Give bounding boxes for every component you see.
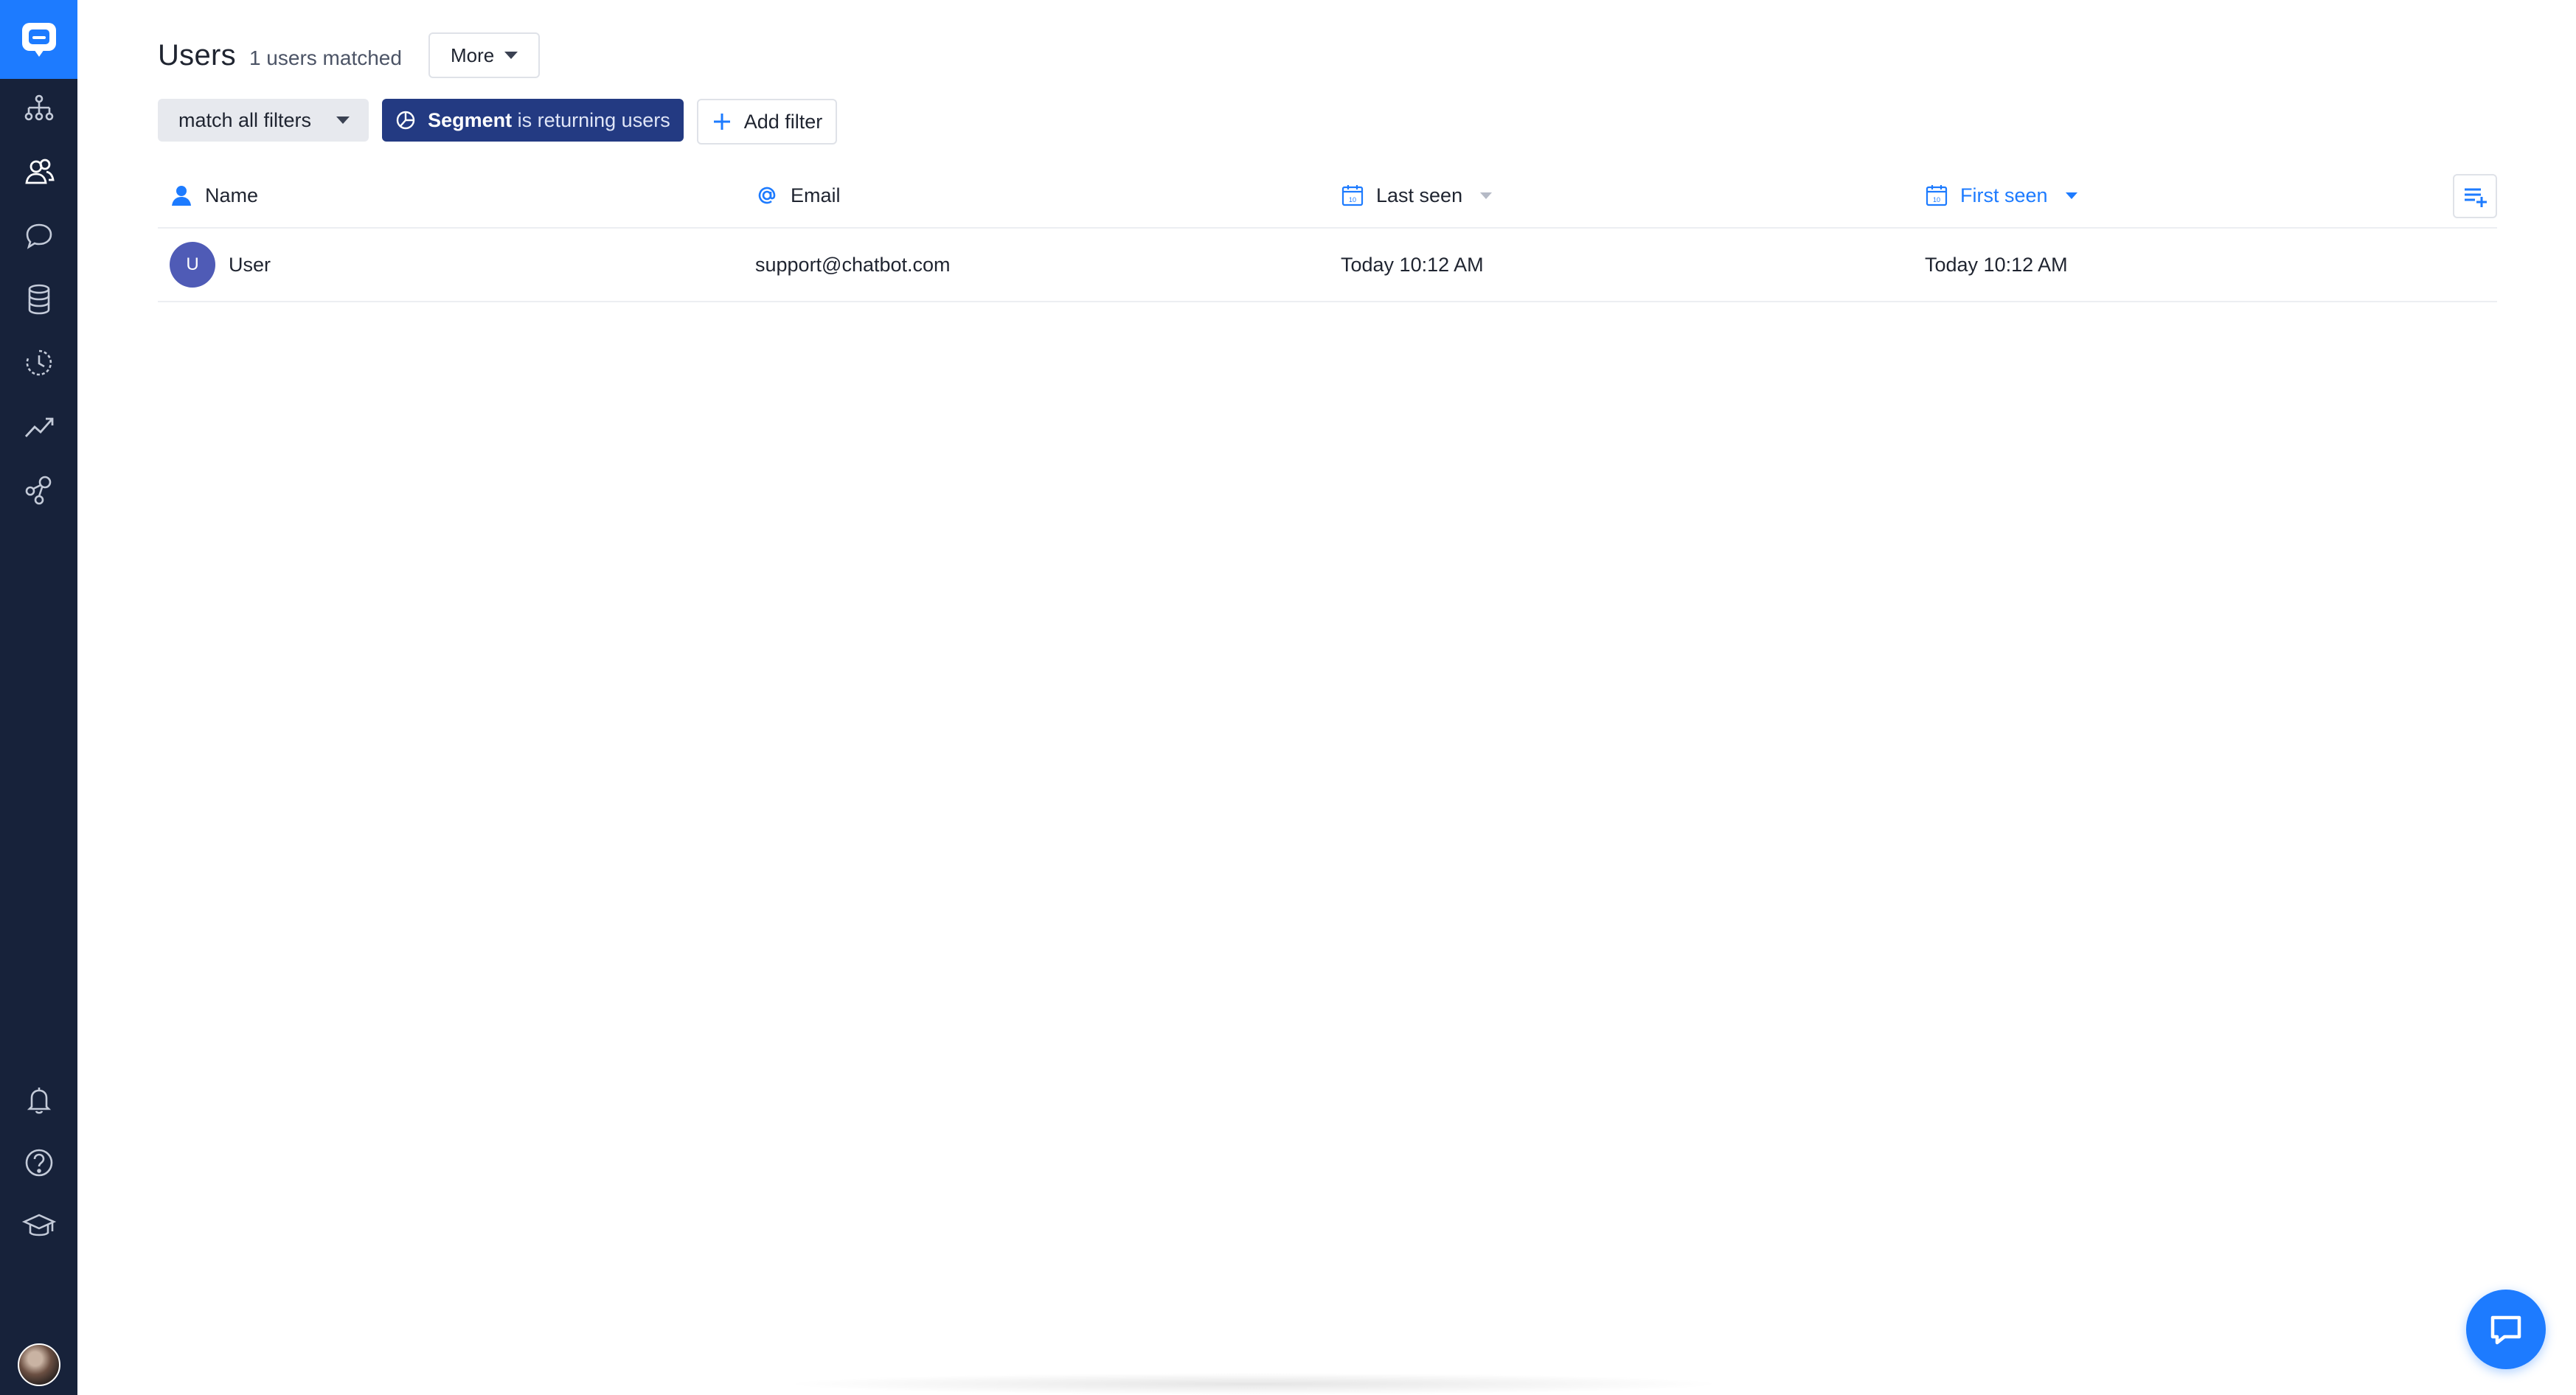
graduation-cap-icon <box>21 1214 56 1236</box>
sidebar <box>0 0 77 1395</box>
add-column-icon <box>2465 188 2487 207</box>
add-filter-label: Add filter <box>743 110 823 133</box>
cell-last-seen: Today 10:12 AM <box>1341 253 1484 276</box>
chat-launcher-button[interactable] <box>2466 1290 2546 1369</box>
column-header-label: Name <box>205 184 259 206</box>
segment-filter-value: is returning users <box>517 108 670 131</box>
segment-pie-icon <box>396 111 415 130</box>
history-icon <box>26 349 52 376</box>
database-icon <box>28 284 49 315</box>
nav-database[interactable] <box>0 268 77 331</box>
table-header: Name Email 10 Last seen 10 First seen <box>158 164 2497 229</box>
column-header-name[interactable]: Name <box>170 164 258 227</box>
sort-caret-icon <box>2065 192 2077 199</box>
users-icon <box>24 159 55 184</box>
column-header-label: First seen <box>1960 184 2048 206</box>
user-name: User <box>229 253 271 276</box>
table-row[interactable]: U User support@chatbot.com Today 10:12 A… <box>158 229 2497 302</box>
caret-down-icon <box>336 116 350 124</box>
integrations-icon <box>25 476 51 505</box>
cell-email: support@chatbot.com <box>755 253 951 276</box>
nav-history[interactable] <box>0 331 77 394</box>
calendar-icon: 10 <box>1341 185 1364 206</box>
account-avatar-button[interactable] <box>0 1335 77 1395</box>
cell-name: U User <box>170 229 271 301</box>
segment-filter-chip[interactable]: Segment is returning users <box>382 99 684 142</box>
nav-help[interactable] <box>0 1131 77 1194</box>
help-icon <box>25 1149 52 1177</box>
user-avatar: U <box>170 242 215 288</box>
column-header-label: Email <box>791 184 841 206</box>
chat-logo-icon <box>21 22 56 57</box>
match-mode-label: match all filters <box>178 108 312 131</box>
nav-users[interactable] <box>0 141 77 204</box>
person-icon <box>172 186 191 206</box>
at-icon <box>758 187 776 204</box>
cell-first-seen: Today 10:12 AM <box>1925 253 2068 276</box>
nav-chats[interactable] <box>0 204 77 268</box>
more-button-label: More <box>450 44 495 66</box>
trend-icon <box>24 417 53 437</box>
sitemap-icon <box>24 94 53 121</box>
nav-bot-flows[interactable] <box>0 77 77 141</box>
add-filter-button[interactable]: Add filter <box>696 99 838 145</box>
nav-notifications[interactable] <box>0 1068 77 1131</box>
column-header-email[interactable]: Email <box>755 164 841 227</box>
avatar <box>17 1343 60 1386</box>
calendar-icon: 10 <box>1926 185 1948 206</box>
column-settings-button[interactable] <box>2453 174 2497 218</box>
page-title: Users <box>158 38 236 72</box>
match-count: 1 users matched <box>249 46 402 69</box>
svg-text:10: 10 <box>1933 196 1940 203</box>
svg-text:10: 10 <box>1349 196 1356 203</box>
segment-filter-key: Segment <box>428 108 513 131</box>
users-table: Name Email 10 Last seen 10 First seen U … <box>158 164 2497 302</box>
logo-button[interactable] <box>0 0 77 79</box>
column-header-last-seen[interactable]: 10 Last seen <box>1341 164 1493 227</box>
more-button[interactable]: More <box>428 32 541 78</box>
page-header: Users 1 users matched More <box>158 32 541 78</box>
chat-widget-icon <box>2490 1315 2521 1345</box>
bottom-shadow <box>782 1373 1726 1395</box>
bell-icon <box>27 1088 51 1114</box>
nav-integrations[interactable] <box>0 458 77 521</box>
column-header-first-seen[interactable]: 10 First seen <box>1925 164 2077 227</box>
chat-bubble-icon <box>26 223 52 249</box>
plus-icon <box>713 114 730 130</box>
match-mode-dropdown[interactable]: match all filters <box>158 99 369 142</box>
nav-reports[interactable] <box>0 394 77 458</box>
filter-bar: match all filters Segment is returning u… <box>158 99 838 145</box>
caret-down-icon <box>504 52 518 59</box>
sort-caret-icon <box>1480 192 1493 199</box>
column-header-label: Last seen <box>1376 184 1463 206</box>
nav-academy[interactable] <box>0 1194 77 1258</box>
